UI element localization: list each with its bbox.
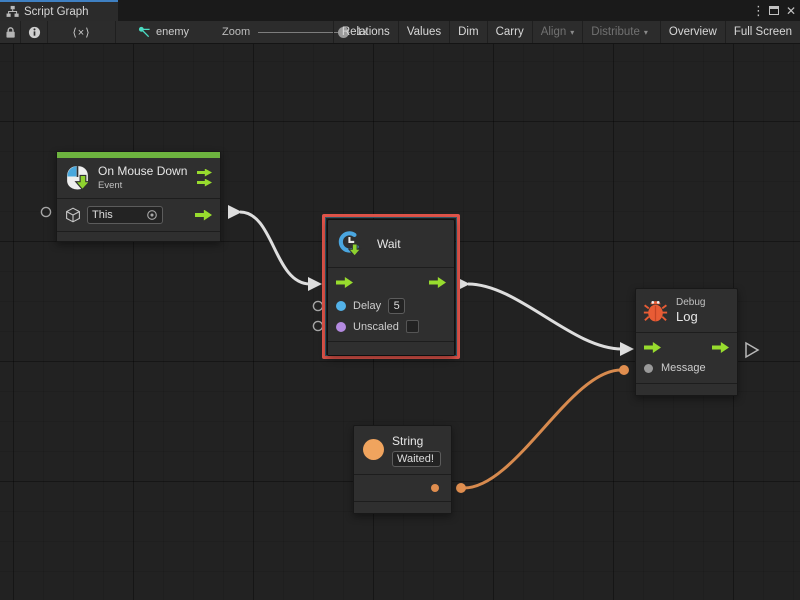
distribute-button[interactable]: Distribute▾ [582,21,656,43]
zoom-label: Zoom [222,26,250,38]
message-port-dot[interactable] [644,364,653,373]
string-out-dot[interactable] [431,484,439,492]
trigger-out-icon[interactable] [197,169,212,187]
tab-title: Script Graph [24,6,89,18]
graph-canvas[interactable]: On Mouse Down Event This [0,44,800,600]
tab-bar: Script Graph ⋮ ✕ [0,0,800,21]
graph-icon [138,26,151,39]
node-footer [354,502,451,513]
graph-toolbar: ⟨×⟩ enemy Zoom 1x Relations Values [0,21,800,44]
delay-value-field[interactable]: 5 [388,298,405,314]
node-title: Log [676,309,705,324]
node-footer [636,384,737,395]
control-in-arrow[interactable] [336,277,353,288]
breadcrumb[interactable]: enemy [138,21,189,43]
port-in-message[interactable] [619,365,629,375]
chevron-down-icon: ▾ [644,28,648,37]
dim-button[interactable]: Dim [449,21,486,43]
relations-button[interactable]: Relations [333,21,398,43]
port-out-log[interactable] [746,343,758,357]
script-graph-window: Script Graph ⋮ ✕ [0,0,800,600]
code-view-button[interactable]: ⟨×⟩ [48,21,116,43]
window-menu-icon[interactable]: ⋮ [752,3,762,19]
info-button[interactable] [21,21,48,43]
delay-label: Delay [353,300,381,312]
node-title: On Mouse Down [98,164,189,178]
control-in-arrow[interactable] [644,342,661,353]
control-out-arrow[interactable] [429,277,446,288]
node-on-mouse-down[interactable]: On Mouse Down Event This [56,151,221,242]
wire-wait-to-log[interactable] [468,284,622,349]
close-icon[interactable]: ✕ [786,4,796,18]
node-footer [328,342,454,355]
maximize-icon[interactable] [769,6,779,15]
port-out-string[interactable] [456,483,466,493]
hierarchy-icon [6,5,19,18]
toolbar-buttons: Relations Values Dim Carry Align▾ Distri… [333,21,800,43]
wire-string-to-message[interactable] [464,370,621,488]
info-icon [28,26,41,39]
message-label: Message [661,362,706,374]
control-out-arrow[interactable] [712,342,729,353]
node-string[interactable]: String Waited! [353,425,452,514]
port-target-mousedown[interactable] [41,207,50,216]
node-category: Debug [676,297,705,308]
clock-icon [337,230,365,258]
target-field[interactable]: This [87,206,163,224]
unscaled-port-dot[interactable] [336,322,346,332]
bug-icon [643,297,668,324]
node-title: String [392,434,441,448]
code-icon: ⟨×⟩ [72,26,90,39]
align-button[interactable]: Align▾ [532,21,583,43]
unscaled-checkbox[interactable] [406,320,419,333]
breadcrumb-label: enemy [156,26,189,38]
string-value-field[interactable]: Waited! [392,451,441,467]
lock-button[interactable] [0,21,21,43]
port-out-mousedown[interactable] [228,205,242,219]
full-screen-button[interactable]: Full Screen [725,21,800,43]
port-in-log[interactable] [620,342,634,356]
overview-button[interactable]: Overview [660,21,725,43]
node-debug-log[interactable]: Debug Log Message [635,288,738,396]
lock-icon [5,26,16,39]
unscaled-label: Unscaled [353,321,399,333]
orange-circle-icon [363,439,384,460]
node-footer [57,232,220,241]
node-subtitle: Event [98,180,189,191]
wire-mousedown-to-wait[interactable] [240,212,310,284]
node-wait[interactable]: Wait Delay 5 Unscaled [327,219,455,356]
chevron-down-icon: ▾ [570,28,574,37]
cube-icon [65,207,81,223]
delay-port-dot[interactable] [336,301,346,311]
control-out-arrow[interactable] [195,210,212,221]
carry-button[interactable]: Carry [487,21,532,43]
node-title: Wait [377,237,401,251]
object-picker-icon[interactable] [146,209,158,221]
tab-script-graph[interactable]: Script Graph [0,0,118,21]
port-in-wait[interactable] [308,277,322,291]
values-button[interactable]: Values [398,21,449,43]
mouse-icon [65,164,90,191]
